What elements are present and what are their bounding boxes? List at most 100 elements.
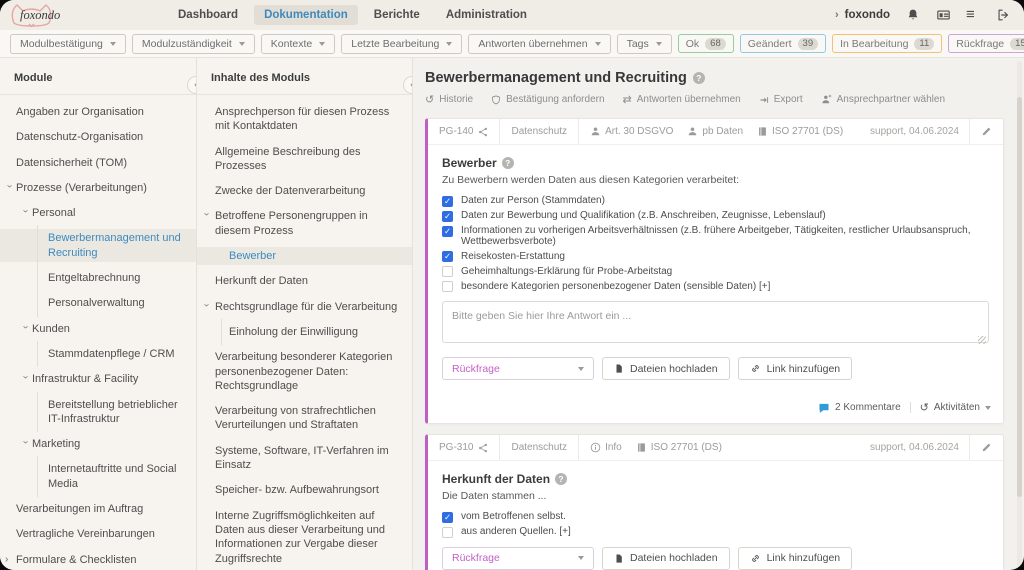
module-item-verarbeitungen-auftrag[interactable]: Verarbeitungen im Auftrag [0,500,196,518]
filter-letzte-bearbeitung[interactable]: Letzte Bearbeitung [341,33,463,54]
tag-info[interactable]: Info [590,442,622,453]
module-item-stammdatenpflege[interactable]: Stammdatenpflege / CRM [0,340,196,368]
help-icon[interactable] [501,157,514,169]
checkbox-checked-icon[interactable] [442,225,453,237]
help-icon[interactable] [692,72,705,84]
card-category[interactable]: Datenschutz [500,119,580,144]
checkbox-reisekosten[interactable]: Reisekosten-Erstattung [442,251,989,262]
module-item-bereitstellung-it[interactable]: Bereitstellung betrieblicher IT-Infrastr… [0,391,196,433]
content-item-bewerber[interactable]: Bewerber [197,247,412,266]
content-item-allgemeine-beschreibung[interactable]: Allgemeine Beschreibung des Prozesses [197,143,412,176]
module-item-infrastruktur[interactable]: Infrastruktur & Facility [0,370,196,388]
bell-icon[interactable] [906,8,920,22]
tag-iso-27701[interactable]: ISO 27701 (DS) [636,442,722,453]
nav-dokumentation[interactable]: Dokumentation [254,5,358,25]
content-item-strafrechtliche-verurteilungen[interactable]: Verarbeitung von strafrechtlichen Verurt… [197,402,412,435]
checkbox-vorherige-arbeitsverhaeltnisse[interactable]: Informationen zu vorherigen Arbeitsverhä… [442,225,989,247]
tag-art-30-dsgvo[interactable]: Art. 30 DSGVO [590,126,673,137]
edit-button[interactable] [969,119,1003,144]
module-item-marketing[interactable]: Marketing [0,435,196,453]
module-item-vertragliche-vereinbarungen[interactable]: Vertragliche Vereinbarungen [0,525,196,543]
nav-administration[interactable]: Administration [436,5,537,25]
module-item-kunden[interactable]: Kunden [0,320,196,338]
brand-logo[interactable]: foxondo [8,2,128,28]
checkbox-unchecked-icon[interactable] [442,281,453,292]
checkbox-checked-icon[interactable] [442,195,453,207]
module-item-bewerbermanagement[interactable]: Bewerbermanagement und Recruiting [0,225,196,267]
content-item-interne-zugriffsmoeglichkeiten[interactable]: Interne Zugriffsmöglichkeiten auf Daten … [197,507,412,568]
status-badge-geaendert[interactable]: Geändert 39 [739,34,827,53]
nav-dashboard[interactable]: Dashboard [168,5,248,25]
module-item-personalverwaltung[interactable]: Personalverwaltung [0,290,196,317]
upload-files-button[interactable]: Dateien hochladen [602,357,730,380]
module-item-datensicherheit[interactable]: Datensicherheit (TOM) [0,154,196,172]
help-icon[interactable] [555,473,568,485]
org-switcher[interactable]: foxondo [835,9,890,21]
checkbox-checked-icon[interactable] [442,210,453,222]
card-id[interactable]: PG-140 [428,119,501,144]
historie-button[interactable]: Historie [425,93,473,106]
tag-iso-27701[interactable]: ISO 27701 (DS) [757,126,843,137]
module-item-datenschutz-organisation[interactable]: Datenschutz-Organisation [0,128,196,146]
scrollbar-thumb[interactable] [1017,97,1022,497]
card-id[interactable]: PG-310 [428,435,501,460]
status-badge-rueckfrage[interactable]: Rückfrage 15 [948,34,1024,53]
answer-input[interactable] [442,301,989,343]
bestaetigung-anfordern-button[interactable]: Bestätigung anfordern [491,93,605,106]
content-item-ansprechperson[interactable]: Ansprechperson für diesen Prozess mit Ko… [197,103,412,136]
main-scrollbar[interactable] [1017,61,1022,567]
content-item-betroffene-personengruppen[interactable]: Betroffene Personengruppen in diesem Pro… [197,207,412,240]
person-icon [689,127,697,136]
add-link-button[interactable]: Link hinzufügen [737,546,853,570]
checkbox-daten-zur-person[interactable]: Daten zur Person (Stammdaten) [442,195,989,207]
card-header: PG-140 Datenschutz Art. 30 DSGVO pb Date… [428,119,1003,145]
resize-handle-icon[interactable] [978,336,986,344]
filter-antworten-uebernehmen[interactable]: Antworten übernehmen [468,33,611,54]
checkbox-andere-quellen[interactable]: aus anderen Quellen. [+] [442,526,989,538]
checkbox-daten-zur-bewerbung[interactable]: Daten zur Bewerbung und Qualifikation (z… [442,210,989,222]
content-item-rechtsgrundlage[interactable]: Rechtsgrundlage für die Verarbeitung [197,298,412,316]
ansprechpartner-waehlen-button[interactable]: Ansprechpartner wählen [821,93,945,106]
export-button[interactable]: Export [759,93,803,106]
module-item-angaben-organisation[interactable]: Angaben zur Organisation [0,103,196,121]
add-link-button[interactable]: Link hinzufügen [737,357,853,380]
status-badge-ok[interactable]: Ok 68 [677,34,734,53]
id-card-icon[interactable] [936,8,950,22]
content-item-besondere-kategorien[interactable]: Verarbeitung besonderer Kategorien perso… [197,348,412,395]
content-item-einholung-einwilligung[interactable]: Einholung der Einwilligung [197,318,412,346]
comments-link[interactable]: 2 Kommentare [818,402,901,414]
rueckfrage-select[interactable]: Rückfrage [442,546,594,570]
upload-files-button[interactable]: Dateien hochladen [602,546,730,570]
checkbox-unchecked-icon[interactable] [442,266,453,277]
activities-link[interactable]: Aktivitäten [920,401,991,414]
content-item-zwecke[interactable]: Zwecke der Datenverarbeitung [197,182,412,200]
chevron-down-icon [578,556,584,560]
rueckfrage-select[interactable]: Rückfrage [442,357,594,380]
content-item-herkunft-der-daten[interactable]: Herkunft der Daten [197,272,412,290]
logout-icon[interactable] [996,8,1010,22]
checkbox-besondere-kategorien[interactable]: besondere Kategorien personenbezogener D… [442,281,989,292]
checkbox-unchecked-icon[interactable] [442,526,453,538]
edit-button[interactable] [969,435,1003,460]
module-item-internetauftritte[interactable]: Internetauftritte und Social Media [0,456,196,498]
module-item-entgeltabrechnung[interactable]: Entgeltabrechnung [0,265,196,292]
content-item-speicherort[interactable]: Speicher- bzw. Aufbewahrungsort [197,481,412,499]
status-badge-in-bearbeitung[interactable]: In Bearbeitung 11 [832,34,943,53]
filter-kontexte[interactable]: Kontexte [260,33,336,54]
card-category[interactable]: Datenschutz [500,435,580,460]
checkbox-vom-betroffenen[interactable]: vom Betroffenen selbst. [442,511,989,523]
checkbox-checked-icon[interactable] [442,251,453,262]
nav-berichte[interactable]: Berichte [364,5,430,25]
tag-pb-daten[interactable]: pb Daten [687,126,743,137]
module-item-formulare-checklisten[interactable]: Formulare & Checklisten [0,551,196,569]
filter-modulbestaetigung[interactable]: Modulbestätigung [10,33,126,54]
antworten-uebernehmen-button[interactable]: Antworten übernehmen [623,93,741,106]
filter-tags[interactable]: Tags [616,33,672,54]
module-item-prozesse[interactable]: Prozesse (Verarbeitungen) [0,179,196,197]
filter-modulzustaendigkeit[interactable]: Modulzuständigkeit [131,33,255,54]
checkbox-geheimhaltung[interactable]: Geheimhaltungs-Erklärung für Probe-Arbei… [442,266,989,277]
checkbox-checked-icon[interactable] [442,511,453,523]
content-item-systeme-software[interactable]: Systeme, Software, IT-Verfahren im Einsa… [197,442,412,475]
module-item-personal[interactable]: Personal [0,204,196,222]
menu-icon[interactable] [966,8,980,22]
